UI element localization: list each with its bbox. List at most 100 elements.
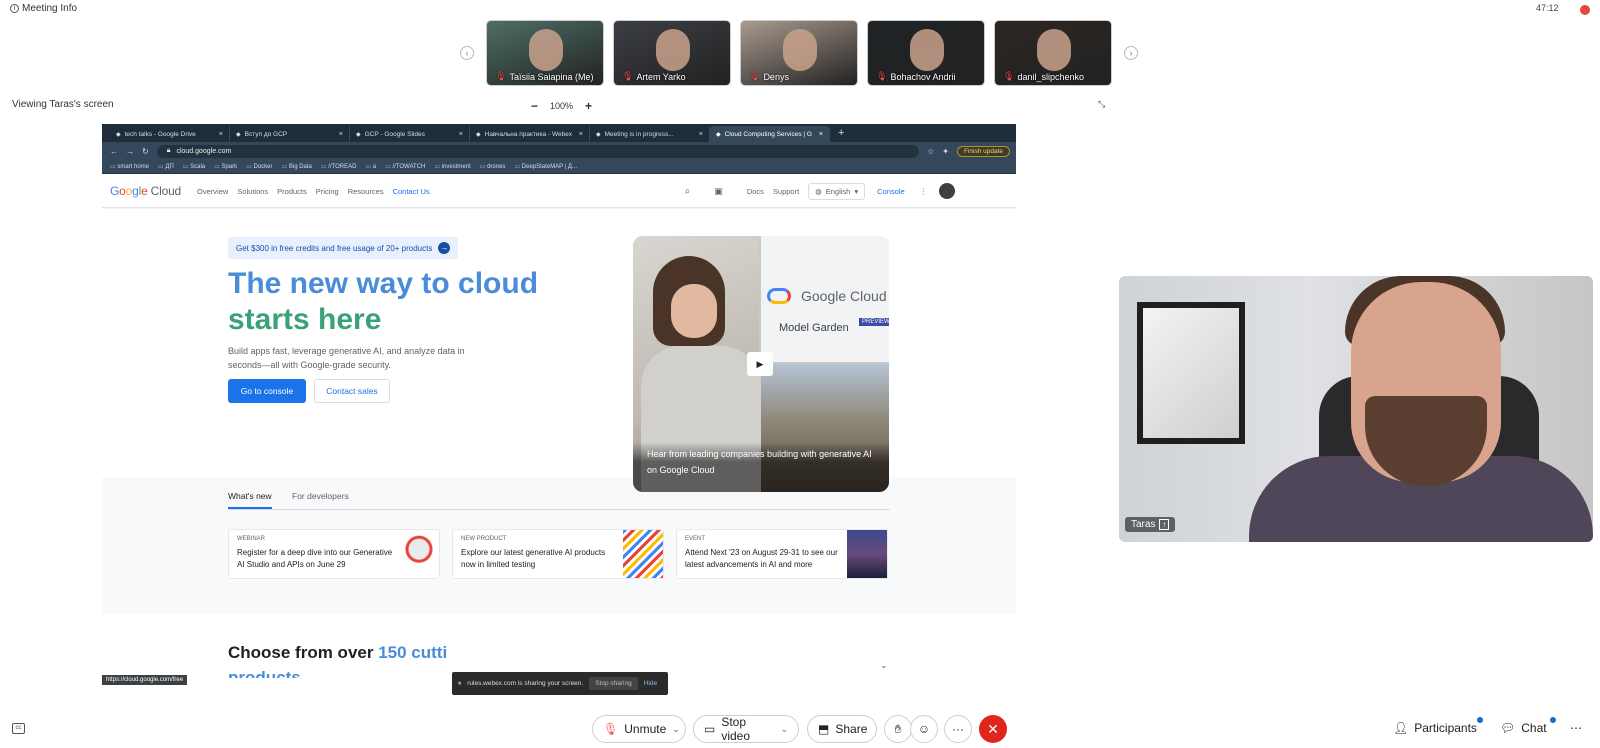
- video-camera-icon: ▭: [704, 722, 716, 736]
- choose-heading-line2: products: [228, 668, 301, 678]
- hide-banner-button[interactable]: Hide: [644, 680, 657, 687]
- bookmark-item[interactable]: DeepStateMAP | Д...: [514, 163, 577, 170]
- stop-video-button[interactable]: ▭ Stop video ⌄: [693, 715, 799, 743]
- chat-button[interactable]: 💬︎ Chat: [1500, 721, 1547, 735]
- more-vert-icon[interactable]: ⋮: [920, 187, 928, 196]
- promo-banner[interactable]: Get $300 in free credits and free usage …: [228, 237, 459, 259]
- pause-icon[interactable]: ⏸︎: [458, 680, 461, 688]
- bookmark-item[interactable]: drones: [480, 163, 505, 170]
- nav-console[interactable]: Console: [877, 187, 905, 196]
- close-icon[interactable]: ×: [459, 131, 463, 138]
- bookmark-item[interactable]: Scala: [183, 163, 205, 170]
- bookmark-item[interactable]: ДП: [158, 163, 173, 170]
- news-card-new-product[interactable]: NEW PRODUCT Explore our latest generativ…: [452, 529, 664, 579]
- mic-off-icon: 🎙︎: [1003, 71, 1015, 81]
- zoom-level: 100%: [550, 101, 574, 111]
- nav-products[interactable]: Products: [277, 187, 307, 196]
- bookmark-item[interactable]: a: [365, 163, 376, 170]
- go-to-console-button[interactable]: Go to console: [228, 379, 306, 403]
- nav-solutions[interactable]: Solutions: [237, 187, 268, 196]
- zoom-in-button[interactable]: +: [585, 99, 592, 113]
- reactions-icon[interactable]: ☺: [910, 715, 938, 743]
- whats-new-section: What's new For developers WEBINAR Regist…: [102, 477, 1016, 614]
- play-icon[interactable]: ▶: [747, 352, 773, 376]
- extensions-icon[interactable]: ✦: [942, 147, 949, 156]
- avatar[interactable]: [939, 183, 956, 199]
- close-icon[interactable]: ×: [219, 131, 223, 138]
- star-icon[interactable]: ☆: [927, 147, 934, 156]
- bookmark-item[interactable]: smart home: [110, 163, 149, 170]
- mic-off-icon: 🎙︎: [603, 722, 619, 736]
- news-card-event[interactable]: EVENT Attend Next '23 on August 29-31 to…: [676, 529, 888, 579]
- browser-tab[interactable]: ◆ Навчальна практика - Webex ×: [470, 126, 590, 142]
- close-icon[interactable]: ×: [699, 131, 703, 138]
- nav-resources[interactable]: Resources: [348, 187, 384, 196]
- strip-prev-arrow-icon[interactable]: ‹: [460, 46, 474, 60]
- bookmark-item[interactable]: Spark: [214, 163, 237, 170]
- browser-tab[interactable]: ◆ GCP - Google Slides ×: [350, 126, 470, 142]
- browser-tab[interactable]: ◆ tech talks - Google Drive ×: [110, 126, 230, 142]
- nav-overview[interactable]: Overview: [197, 187, 228, 196]
- tab-for-developers[interactable]: For developers: [292, 491, 349, 501]
- language-select[interactable]: ◍ English ▾: [808, 182, 866, 200]
- reload-icon[interactable]: ↻: [142, 147, 149, 156]
- google-cloud-logo[interactable]: Google Cloud: [110, 184, 181, 198]
- share-button[interactable]: ⬒ Share: [807, 715, 877, 743]
- active-speaker-video[interactable]: Taras ↑: [1119, 276, 1593, 542]
- news-card-webinar[interactable]: WEBINAR Register for a deep dive into ou…: [228, 529, 440, 579]
- zoom-out-button[interactable]: −: [531, 99, 538, 113]
- meeting-info-link[interactable]: i Meeting Info: [10, 3, 77, 14]
- bookmark-item[interactable]: //TOWATCH: [385, 163, 425, 170]
- participant-tile[interactable]: 🎙︎ Denys: [740, 20, 858, 86]
- bookmark-item[interactable]: Docker: [246, 163, 273, 170]
- mic-off-icon: 🎙︎: [876, 71, 888, 81]
- more-options-icon[interactable]: ···: [944, 715, 972, 743]
- video-model-garden: Model Garden: [779, 322, 849, 334]
- search-icon[interactable]: ⌕: [685, 186, 691, 197]
- bookmark-item[interactable]: //TOREAD: [321, 163, 356, 170]
- video-brand-text: Google Cloud: [801, 288, 887, 304]
- bookmark-item[interactable]: investment: [434, 163, 471, 170]
- address-field[interactable]: 🔒︎ cloud.google.com: [156, 144, 920, 158]
- participant-tile[interactable]: 🎙︎ danil_slipchenko: [994, 20, 1112, 86]
- close-icon[interactable]: ×: [579, 131, 583, 138]
- tab-whats-new[interactable]: What's new: [228, 491, 272, 501]
- browser-tab[interactable]: ◆ Meeting is in progress... ×: [590, 126, 710, 142]
- finish-update-button[interactable]: Finish update: [956, 145, 1010, 157]
- strip-next-arrow-icon[interactable]: ›: [1124, 46, 1138, 60]
- unmute-button[interactable]: 🎙︎ Unmute ⌄: [592, 715, 686, 743]
- participant-tile[interactable]: 🎙︎ Artem Yarko: [613, 20, 731, 86]
- browser-tab[interactable]: ◆ Вступ до GCP ×: [230, 126, 350, 142]
- back-icon[interactable]: ←: [110, 147, 118, 156]
- chevron-down-icon[interactable]: ⌄: [880, 660, 888, 671]
- nav-support[interactable]: Support: [773, 187, 799, 196]
- sharing-banner: ⏸︎ rules.webex.com is sharing your scree…: [452, 672, 668, 695]
- globe-icon: ◍: [815, 186, 822, 196]
- nav-pricing[interactable]: Pricing: [316, 187, 339, 196]
- cloud-shell-icon[interactable]: ▣: [714, 186, 723, 197]
- meeting-timer: 47:12: [1536, 3, 1559, 13]
- nav-contact-us[interactable]: Contact Us: [393, 187, 430, 196]
- participants-button[interactable]: 👤︎ Participants: [1393, 721, 1477, 735]
- choose-heading: Choose from over 150 cutti: [228, 643, 448, 662]
- nav-docs[interactable]: Docs: [747, 187, 764, 196]
- card-title: Register for a deep dive into our Genera…: [237, 548, 393, 569]
- caret-down-icon: ▾: [854, 186, 859, 196]
- stop-sharing-button[interactable]: Stop sharing: [589, 677, 638, 690]
- leave-meeting-button[interactable]: ✕: [979, 715, 1007, 743]
- raise-hand-icon[interactable]: ✋︎: [884, 715, 912, 743]
- new-tab-icon[interactable]: +: [838, 127, 844, 139]
- bookmark-item[interactable]: Big Data: [282, 163, 312, 170]
- close-icon[interactable]: ×: [819, 131, 823, 138]
- forward-icon[interactable]: →: [126, 147, 134, 156]
- browser-tab[interactable]: ◆ Cloud Computing Services | G ×: [710, 126, 830, 142]
- participant-tile[interactable]: 🎙︎ Bohachov Andrii: [867, 20, 985, 86]
- close-icon[interactable]: ×: [339, 131, 343, 138]
- collapse-icon[interactable]: ⤡: [1098, 99, 1105, 110]
- captions-icon[interactable]: cc: [12, 723, 25, 734]
- contact-sales-button[interactable]: Contact sales: [314, 379, 390, 403]
- participant-tile[interactable]: 🎙︎ Taïsiia Saiapina (Me): [486, 20, 604, 86]
- more-options-icon[interactable]: ⋯: [1570, 721, 1582, 735]
- meeting-info-label: Meeting Info: [22, 3, 78, 14]
- hero-video[interactable]: Google Cloud Model Garden PREVIEW ▶ Hear…: [633, 236, 889, 492]
